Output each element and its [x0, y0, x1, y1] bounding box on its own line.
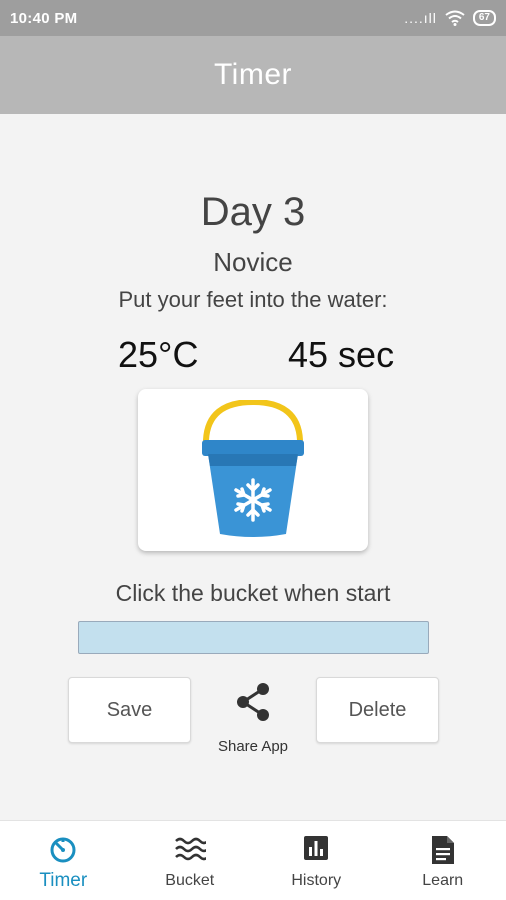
wifi-icon	[445, 10, 465, 26]
progress-bar	[78, 621, 429, 654]
app-bar: Timer	[0, 36, 506, 114]
day-title: Day 3	[200, 190, 306, 234]
delete-button[interactable]: Delete	[316, 677, 439, 743]
battery-icon: 67	[472, 10, 496, 26]
waves-icon	[174, 837, 206, 861]
temperature-value: 25°C	[118, 334, 199, 375]
nav-label-bucket: Bucket	[165, 872, 215, 889]
bar-chart-icon	[304, 836, 329, 860]
save-button[interactable]: Save	[68, 677, 191, 743]
share-icon	[237, 683, 269, 721]
start-hint: Click the bucket when start	[115, 580, 391, 606]
nav-item-timer[interactable]: Timer	[0, 821, 127, 900]
share-label: Share App	[217, 738, 289, 755]
document-icon	[431, 836, 454, 864]
ice-bucket-icon	[202, 400, 304, 537]
bottom-nav: Timer Bucket History Learn	[0, 820, 506, 900]
nav-label-timer: Timer	[39, 870, 88, 891]
nav-label-history: History	[291, 872, 342, 889]
share-app-button[interactable]: Share App	[207, 680, 299, 760]
timer-icon	[50, 837, 76, 863]
bucket-start-button[interactable]	[138, 389, 368, 551]
status-bar: 10:40 PM ....ıll 67	[0, 0, 506, 36]
duration-value: 45 sec	[288, 334, 395, 375]
level-label: Novice	[213, 247, 293, 277]
status-time: 10:40 PM	[10, 9, 78, 27]
nav-item-learn[interactable]: Learn	[380, 821, 506, 900]
page-title: Timer	[213, 58, 293, 91]
signal-icon: ....ıll	[404, 10, 437, 26]
nav-item-bucket[interactable]: Bucket	[127, 821, 254, 900]
nav-label-learn: Learn	[422, 872, 464, 889]
nav-item-history[interactable]: History	[253, 821, 380, 900]
status-icons: ....ıll 67	[404, 10, 496, 26]
instruction-text: Put your feet into the water:	[118, 287, 388, 312]
